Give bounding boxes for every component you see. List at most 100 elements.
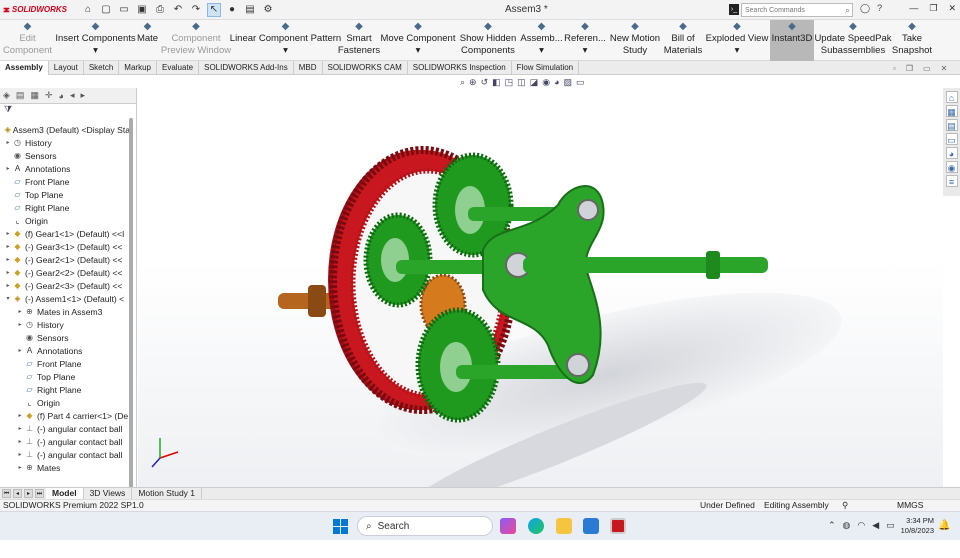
- tab-assembly[interactable]: Assembly: [0, 61, 49, 75]
- tree-node[interactable]: ▸ ◆ (-) Gear2<2> (Default) <<: [0, 266, 130, 279]
- expand-arrow-icon[interactable]: ▸: [4, 282, 12, 289]
- close-icon[interactable]: ✕: [948, 3, 956, 14]
- tab-solidworks-cam[interactable]: SOLIDWORKS CAM: [323, 61, 408, 75]
- configuration-manager-icon[interactable]: ▦: [30, 90, 39, 101]
- vscode-app-icon[interactable]: [583, 518, 599, 534]
- windows-start-icon[interactable]: [333, 519, 348, 534]
- graphics-area[interactable]: [138, 75, 943, 508]
- tree-node[interactable]: ▱ Right Plane: [0, 383, 130, 396]
- user-icon[interactable]: ◯: [860, 3, 870, 14]
- rebuild-icon[interactable]: ●: [225, 3, 239, 17]
- file-properties-icon[interactable]: ▤: [243, 3, 257, 17]
- view-settings-icon[interactable]: ▭: [576, 77, 585, 88]
- bottom-tab-3d-views[interactable]: 3D Views: [84, 487, 133, 500]
- edge-browser-icon[interactable]: [528, 518, 544, 534]
- zoom-area-icon[interactable]: ⊕: [469, 77, 477, 88]
- volume-icon[interactable]: ◀: [872, 520, 879, 531]
- property-manager-icon[interactable]: ▤: [16, 90, 25, 101]
- feature-manager-icon[interactable]: ◈: [3, 90, 10, 101]
- tree-node[interactable]: ▸ ◆ (f) Part 4 carrier<1> (De: [0, 409, 130, 422]
- tree-node[interactable]: ▸ ⊥ (-) angular contact ball: [0, 435, 130, 448]
- tree-node[interactable]: ▱ Top Plane: [0, 370, 130, 383]
- doc-minimize-icon[interactable]: ▫: [893, 64, 896, 73]
- tree-node[interactable]: ◉ Sensors: [0, 331, 130, 344]
- tab-markup[interactable]: Markup: [119, 61, 157, 75]
- cmd-bom-button[interactable]: ◆ Bill of Materials: [664, 20, 703, 61]
- tree-prev-icon[interactable]: ◂: [70, 90, 75, 101]
- search-commands-input[interactable]: Search Commands ⌕: [741, 3, 853, 17]
- section-view-icon[interactable]: ◧: [492, 77, 501, 88]
- expand-arrow-icon[interactable]: ▸: [4, 243, 12, 250]
- restore-icon[interactable]: ❐: [929, 3, 937, 14]
- cmd-exploded-view-button[interactable]: ◆ Exploded View ▾: [706, 20, 769, 61]
- options-gear-icon[interactable]: ⚙: [261, 3, 275, 17]
- expand-arrow-icon[interactable]: ▸: [4, 139, 12, 146]
- notification-bell-icon[interactable]: 🔔: [938, 520, 950, 531]
- cmd-speedpak-button[interactable]: ◆ Update SpeedPak Subassemblies: [814, 20, 891, 61]
- hide-show-items-icon[interactable]: ◉: [542, 77, 550, 88]
- tree-node[interactable]: ▸ ◷ History: [0, 318, 130, 331]
- cmd-linear-pattern-button[interactable]: ◆ Linear Component Pattern ▾: [230, 20, 341, 61]
- tree-node[interactable]: ▸ ⊕ Mates: [0, 461, 130, 474]
- doc-tile-icon[interactable]: ❐: [906, 64, 913, 73]
- tree-node[interactable]: ▸ A Annotations: [0, 344, 130, 357]
- select-pointer-icon[interactable]: ↖: [207, 2, 221, 17]
- cmd-show-hidden-button[interactable]: ◆ Show Hidden Components: [459, 20, 517, 61]
- expand-arrow-icon[interactable]: ▸: [16, 451, 24, 458]
- open-icon[interactable]: ▭: [117, 3, 131, 17]
- expand-arrow-icon[interactable]: ▸: [16, 308, 24, 315]
- network-icon[interactable]: ◍: [843, 520, 851, 531]
- tree-node[interactable]: ▱ Front Plane: [0, 357, 130, 370]
- prev-tab-icon[interactable]: ◂: [13, 489, 22, 498]
- tree-node[interactable]: ▸ ⊕ Mates in Assem3: [0, 305, 130, 318]
- view-orientation-icon[interactable]: ◫: [517, 77, 526, 88]
- cmd-move-component-button[interactable]: ◆ Move Component ▾: [380, 20, 456, 61]
- tree-node[interactable]: ◈ Assem3 (Default) <Display Sta: [0, 123, 130, 136]
- apply-scene-icon[interactable]: ▨: [564, 77, 573, 88]
- filter-icon[interactable]: ⧩: [0, 104, 136, 118]
- save-icon[interactable]: ▣: [135, 3, 149, 17]
- tree-node[interactable]: ▸ ◆ (-) Gear2<3> (Default) <<: [0, 279, 130, 292]
- expand-arrow-icon[interactable]: ▸: [16, 464, 24, 471]
- tree-node[interactable]: ⌞ Origin: [0, 214, 130, 227]
- expand-arrow-icon[interactable]: ▸: [4, 165, 12, 172]
- expand-arrow-icon[interactable]: ▸: [4, 256, 12, 263]
- tree-node[interactable]: ▱ Right Plane: [0, 201, 130, 214]
- custom-properties-icon[interactable]: ◉: [945, 161, 958, 173]
- file-explorer-app-icon[interactable]: [556, 518, 572, 534]
- cmd-reference-geometry-button[interactable]: ◆ Referen... ▾: [564, 20, 606, 61]
- previous-view-icon[interactable]: ↺: [481, 77, 489, 88]
- tree-node[interactable]: ⌞ Origin: [0, 396, 130, 409]
- minimize-icon[interactable]: —: [909, 3, 918, 14]
- forum-icon[interactable]: ≡: [945, 175, 958, 187]
- wifi-icon[interactable]: ◠: [857, 520, 865, 531]
- tree-node[interactable]: ▸ ⊥ (-) angular contact ball: [0, 448, 130, 461]
- tree-node[interactable]: ▱ Top Plane: [0, 188, 130, 201]
- unit-system[interactable]: MMGS: [897, 500, 923, 511]
- cmd-assembly-features-button[interactable]: ◆ Assemb... ▾: [520, 20, 563, 61]
- design-library-icon[interactable]: ▦: [945, 105, 958, 117]
- tree-node[interactable]: ▾ ◈ (-) Assem1<1> (Default) <: [0, 292, 130, 305]
- expand-arrow-icon[interactable]: ▸: [4, 269, 12, 276]
- tree-node[interactable]: ▸ ◆ (-) Gear3<1> (Default) <<: [0, 240, 130, 253]
- tree-node[interactable]: ▸ A Annotations: [0, 162, 130, 175]
- tree-node[interactable]: ▱ Front Plane: [0, 175, 130, 188]
- solidworks-resources-icon[interactable]: ⌂: [945, 91, 958, 103]
- zoom-to-fit-icon[interactable]: ⌕: [460, 77, 465, 88]
- cmd-smart-fasteners-button[interactable]: ◆ Smart Fasteners: [338, 20, 380, 61]
- doc-close-icon[interactable]: ✕: [941, 64, 948, 73]
- view-palette-icon[interactable]: ▭: [945, 133, 958, 145]
- cmd-instant3d-button[interactable]: ◆ Instant3D: [770, 20, 814, 61]
- rebuild-status-icon[interactable]: ⚲: [842, 500, 848, 511]
- tree-node[interactable]: ◉ Sensors: [0, 149, 130, 162]
- tree-node[interactable]: ▸ ◆ (f) Gear1<1> (Default) <<I: [0, 227, 130, 240]
- solidworks-logo[interactable]: SOLIDWORKS: [3, 4, 67, 16]
- edit-appearance-icon[interactable]: ◕: [554, 77, 559, 88]
- tab-flow-simulation[interactable]: Flow Simulation: [512, 61, 580, 75]
- expand-arrow-icon[interactable]: ▸: [16, 321, 24, 328]
- widgets-app-icon[interactable]: [500, 518, 516, 534]
- file-explorer-icon[interactable]: ▤: [945, 119, 958, 131]
- home-icon[interactable]: ⌂: [81, 3, 95, 17]
- expand-arrow-icon[interactable]: ▸: [16, 412, 24, 419]
- appearances-icon[interactable]: ◕: [945, 147, 958, 159]
